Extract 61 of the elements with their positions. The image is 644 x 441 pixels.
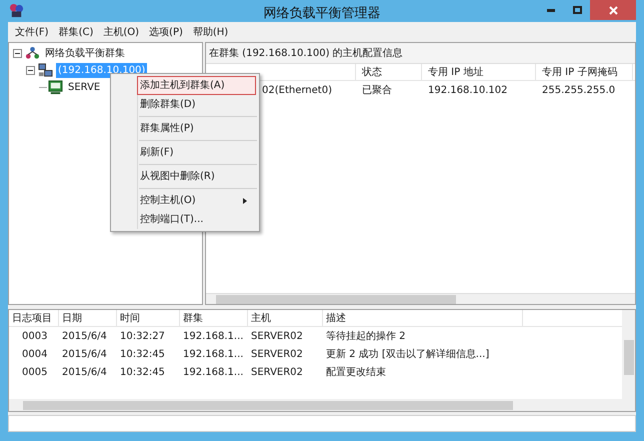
column-header[interactable]: 描述 (323, 310, 523, 326)
table-cell-text: 192.168.10.102 (427, 84, 509, 98)
table-cell-text: 2015/6/4 (61, 366, 108, 380)
menu-item[interactable]: 主机(O) (98, 23, 144, 41)
column-header[interactable]: 日期 (59, 310, 117, 326)
menu-item[interactable]: 添加主机到群集(A) (137, 76, 256, 95)
table-cell-text: 10:32:45 (119, 348, 166, 362)
table-cell-text: 192.168.1... (182, 330, 244, 344)
menu-item[interactable]: 控制主机(O) (137, 191, 256, 210)
window-title: 网络负载平衡管理器 (262, 5, 382, 23)
table-cell-text: 10:32:45 (119, 366, 166, 380)
table-cell-text: 192.168.1... (182, 366, 244, 380)
table-cell-text: SERVER02 (250, 330, 304, 344)
table-cell-text: 已聚合 (361, 84, 393, 98)
menu-item[interactable]: 文件(F) (10, 23, 54, 41)
table-cell-text: 0004 (21, 348, 48, 362)
computer-icon (48, 80, 63, 95)
table-cell-text: SERVER02 (250, 348, 304, 362)
menu-item[interactable]: 从视图中删除(R) (137, 167, 256, 186)
column-header[interactable]: 专用 IP 地址 (422, 64, 536, 80)
table-cell-text: 255.255.255.0 (541, 84, 616, 98)
menu-item[interactable]: 选项(P) (144, 23, 188, 41)
table-cell-text: 0003 (21, 330, 48, 344)
table-cell-text: 等待挂起的操作 2 (325, 330, 407, 344)
menu-item[interactable]: 群集(C) (54, 23, 98, 41)
column-header[interactable]: 主机 (248, 310, 323, 326)
column-header[interactable]: 群集 (180, 310, 248, 326)
menu-item[interactable]: 帮助(H) (188, 23, 234, 41)
maximize-icon (572, 6, 582, 14)
table-cell-text: 2015/6/4 (61, 348, 108, 362)
column-header[interactable]: 状态 (356, 64, 422, 80)
tree-item[interactable]: SERVE (66, 80, 102, 95)
table-cell-text: 更新 2 成功 [双击以了解详细信息...] (325, 348, 490, 362)
minimize-icon (547, 8, 555, 12)
menu-item[interactable]: 刷新(F) (137, 143, 256, 162)
close-icon (608, 6, 618, 14)
table-cell-text: 0005 (21, 366, 48, 380)
panel-title: 在群集 (192.168.10.100) 的主机配置信息 (206, 43, 635, 64)
close-button[interactable] (590, 0, 636, 20)
expander-icon[interactable] (26, 66, 35, 75)
table-cell-text: 2015/6/4 (61, 330, 108, 344)
app-icon (9, 3, 24, 18)
menu-item[interactable]: 删除群集(D) (137, 95, 256, 114)
expander-icon[interactable] (13, 49, 22, 58)
column-header[interactable]: 日志项目 (9, 310, 59, 326)
table-cell-text: SERVER02 (250, 366, 304, 380)
menu-item[interactable]: 控制端口(T)... (137, 210, 256, 229)
menu-item[interactable]: 群集属性(P) (137, 119, 256, 138)
submenu-arrow-icon (243, 198, 247, 204)
network-icon (25, 46, 40, 61)
column-header[interactable]: 时间 (117, 310, 180, 326)
vertical-scrollbar[interactable] (622, 310, 635, 399)
tree-item[interactable]: 网络负载平衡群集 (43, 46, 127, 61)
table-cell-text: 10:32:27 (119, 330, 166, 344)
cluster-icon (38, 63, 53, 78)
table-cell-text: 02(Ethernet0) (262, 84, 333, 98)
horizontal-scrollbar[interactable] (206, 293, 635, 304)
horizontal-scrollbar[interactable] (9, 399, 635, 411)
column-header[interactable]: 专用 IP 子网掩码 (536, 64, 633, 80)
table-cell-text: 配置更改结束 (325, 366, 387, 380)
table-cell-text: 192.168.1... (182, 348, 244, 362)
